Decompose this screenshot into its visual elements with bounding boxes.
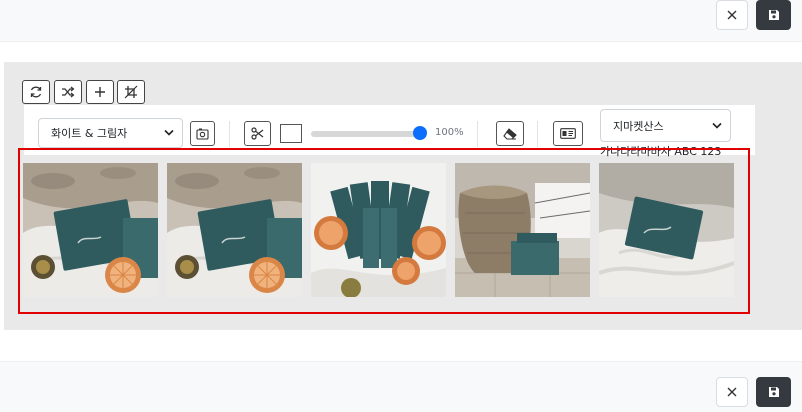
opacity-slider-track[interactable] — [311, 131, 421, 137]
shuffle-button[interactable] — [54, 80, 82, 104]
product-image-1[interactable] — [23, 163, 158, 297]
save-button-bottom[interactable] — [756, 377, 791, 407]
eraser-button[interactable] — [496, 121, 524, 146]
color-picker-swatch[interactable] — [280, 124, 302, 143]
id-card-icon — [560, 128, 576, 139]
product-image-4[interactable] — [455, 163, 590, 297]
cut-button[interactable] — [244, 121, 271, 146]
add-button[interactable] — [86, 80, 114, 104]
product-photo — [455, 163, 590, 297]
close-icon — [727, 10, 737, 20]
font-select[interactable]: 지마켓산스 — [600, 109, 731, 142]
refresh-icon — [30, 86, 42, 98]
floppy-disk-icon — [768, 387, 779, 397]
close-button-bottom[interactable] — [716, 377, 748, 407]
image-icon — [196, 128, 209, 140]
product-photo — [599, 163, 734, 297]
background-image-button[interactable] — [190, 121, 215, 146]
scissors-icon — [251, 127, 264, 140]
chevron-down-icon — [712, 122, 722, 129]
plus-icon — [95, 87, 105, 97]
opacity-value-label: 100% — [435, 127, 464, 138]
bottom-action-bar — [0, 361, 802, 412]
product-photo — [23, 163, 158, 297]
toolbar-divider — [477, 121, 478, 147]
product-image-3[interactable] — [311, 163, 446, 297]
shuffle-icon — [62, 86, 75, 98]
product-photo — [167, 163, 302, 297]
background-style-select[interactable]: 화이트 & 그림자 — [38, 118, 183, 148]
background-style-value: 화이트 & 그림자 — [51, 127, 128, 140]
product-image-2[interactable] — [167, 163, 302, 297]
close-icon — [727, 387, 737, 397]
floppy-disk-icon — [768, 10, 779, 20]
crop-off-icon — [124, 85, 138, 99]
toolbar-divider — [229, 121, 230, 147]
refresh-button[interactable] — [22, 80, 50, 104]
close-button-top[interactable] — [716, 0, 748, 30]
product-photo — [311, 163, 446, 297]
text-card-button[interactable] — [553, 121, 583, 146]
save-button-top[interactable] — [756, 0, 791, 30]
top-action-bar — [0, 0, 802, 42]
image-editor-dialog: { "toolbar": { "background_select": { "v… — [0, 0, 802, 412]
toolbar-divider — [537, 121, 538, 147]
crop-off-button[interactable] — [117, 80, 145, 104]
product-image-5[interactable] — [599, 163, 734, 297]
opacity-slider-thumb[interactable] — [413, 126, 427, 140]
chevron-down-icon — [164, 129, 174, 136]
font-select-value: 지마켓산스 — [613, 119, 664, 133]
eraser-icon — [503, 127, 517, 140]
